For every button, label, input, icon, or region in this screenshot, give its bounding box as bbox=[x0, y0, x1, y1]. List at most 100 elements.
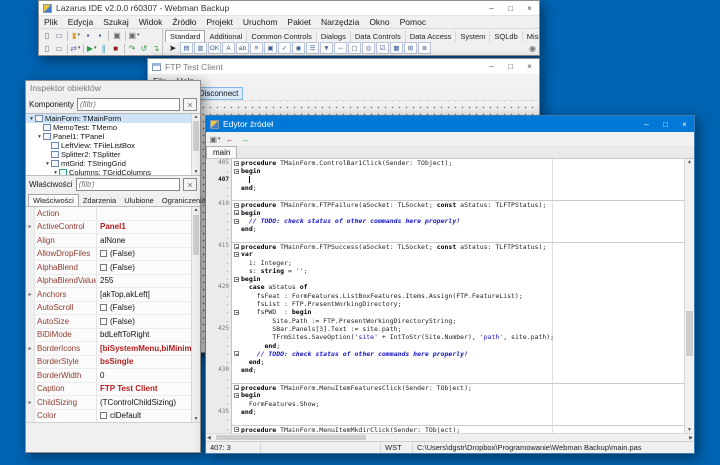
fold-marker[interactable] bbox=[232, 159, 241, 167]
tcombobox-icon[interactable]: ▼ bbox=[320, 42, 333, 54]
palette-options-icon[interactable]: ◉ bbox=[529, 44, 536, 53]
tpanel-icon[interactable]: ▦ bbox=[390, 42, 403, 54]
menu-item[interactable]: Pomoc bbox=[395, 17, 431, 27]
property-value[interactable]: bdLeftToRight bbox=[97, 329, 200, 342]
tlistbox-icon[interactable]: ☰ bbox=[306, 42, 319, 54]
tree-item[interactable]: Splitter2: TSplitter bbox=[26, 150, 200, 159]
tedit-icon[interactable]: ab bbox=[236, 42, 249, 54]
property-value[interactable]: alNone bbox=[97, 234, 200, 247]
row-expander-icon[interactable]: ▸ bbox=[26, 342, 35, 355]
view-units-icon[interactable]: ▯ bbox=[41, 43, 53, 54]
save-all-icon[interactable]: ▪ bbox=[94, 30, 106, 41]
ftp-titlebar[interactable]: FTP Test Client – □ × bbox=[148, 59, 539, 74]
minimize-button[interactable]: – bbox=[637, 116, 656, 132]
fold-marker[interactable] bbox=[232, 209, 241, 217]
scrollbar-thumb[interactable] bbox=[193, 121, 199, 151]
scroll-down-icon[interactable]: ▼ bbox=[192, 416, 200, 422]
fold-marker[interactable] bbox=[232, 426, 241, 433]
scroll-right-icon[interactable]: ▶ bbox=[689, 435, 693, 441]
checkbox-icon[interactable] bbox=[100, 318, 107, 325]
tcheckbox-icon[interactable]: ✓ bbox=[278, 42, 291, 54]
fold-marker[interactable] bbox=[232, 167, 241, 175]
fold-marker[interactable] bbox=[232, 250, 241, 258]
property-value[interactable]: (TControlChildSizing) bbox=[97, 396, 200, 409]
fold-collapse-icon[interactable] bbox=[234, 169, 239, 174]
run-icon[interactable]: ▶▾ bbox=[86, 43, 98, 54]
tree-expand-icon[interactable]: ▾ bbox=[52, 170, 59, 176]
property-row[interactable]: AutoScroll(False) bbox=[26, 302, 200, 316]
row-expander-icon[interactable]: ▸ bbox=[26, 396, 35, 409]
tscrollbar-icon[interactable]: ─ bbox=[334, 42, 347, 54]
fold-collapse-icon[interactable] bbox=[234, 310, 239, 315]
minimize-button[interactable]: – bbox=[482, 1, 501, 15]
source-select-icon[interactable]: ▣▾ bbox=[209, 134, 221, 145]
property-row[interactable]: AlphaBlend(False) bbox=[26, 261, 200, 275]
minimize-button[interactable]: – bbox=[482, 59, 501, 74]
inspector-tab[interactable]: Ulubione bbox=[120, 195, 158, 206]
tmainmenu-icon[interactable]: ▤ bbox=[180, 42, 193, 54]
fold-collapse-icon[interactable] bbox=[234, 210, 239, 215]
tree-expand-icon[interactable]: ▾ bbox=[28, 116, 35, 122]
restore-layout-icon[interactable]: ▣ bbox=[111, 30, 123, 41]
scrollbar-thumb[interactable] bbox=[193, 215, 199, 255]
tcheckgroup-icon[interactable]: ☑ bbox=[376, 42, 389, 54]
property-row[interactable]: Action bbox=[26, 207, 200, 221]
code-area[interactable]: 405procedure TMainForm.ControlBar1Click(… bbox=[206, 159, 694, 433]
tree-expand-icon[interactable]: ▾ bbox=[44, 161, 51, 167]
palette-tab[interactable]: Data Controls bbox=[351, 31, 406, 42]
open-icon[interactable]: ▮▾ bbox=[70, 30, 82, 41]
property-row[interactable]: AlphaBlendValue255 bbox=[26, 275, 200, 289]
editor-horizontal-scrollbar[interactable]: ◀ ▶ bbox=[206, 433, 694, 441]
menu-item[interactable]: Plik bbox=[39, 17, 63, 27]
tree-item[interactable]: LeftView: TFileListBox bbox=[26, 141, 200, 150]
fold-collapse-icon[interactable] bbox=[234, 203, 239, 208]
dropdown-arrow-icon[interactable]: ▾ bbox=[137, 30, 140, 41]
property-value[interactable]: [akTop,akLeft] bbox=[97, 288, 200, 301]
tlabel-icon[interactable]: A bbox=[222, 42, 235, 54]
palette-tab[interactable]: Standard bbox=[165, 30, 205, 42]
checkbox-icon[interactable] bbox=[100, 250, 107, 257]
disconnect-button[interactable]: Disconnect bbox=[194, 87, 244, 100]
dropdown-arrow-icon[interactable]: ▾ bbox=[94, 43, 97, 54]
dropdown-arrow-icon[interactable]: ▾ bbox=[78, 43, 81, 54]
view-forms-icon[interactable]: ▭ bbox=[53, 43, 65, 54]
inspector-tab[interactable]: Właściwości bbox=[28, 194, 79, 206]
properties-filter-input[interactable] bbox=[76, 178, 180, 191]
tbutton-icon[interactable]: OK bbox=[208, 42, 221, 54]
tradiobutton-icon[interactable]: ◉ bbox=[292, 42, 305, 54]
fold-collapse-icon[interactable] bbox=[234, 427, 239, 432]
property-value[interactable]: (False) bbox=[97, 315, 200, 328]
tree-item[interactable]: ▾MainForm: TMainForm bbox=[26, 114, 200, 123]
fold-collapse-icon[interactable] bbox=[234, 277, 239, 282]
inspector-tab[interactable]: Ograniczenia bbox=[158, 195, 210, 206]
checkbox-icon[interactable] bbox=[100, 264, 107, 271]
menu-item[interactable]: Narzędzia bbox=[316, 17, 364, 27]
menu-item[interactable]: Okno bbox=[364, 17, 394, 27]
palette-tab[interactable]: Common Controls bbox=[247, 31, 316, 42]
tmemo-icon[interactable]: ≡ bbox=[250, 42, 263, 54]
tactionlist-icon[interactable]: ≣ bbox=[418, 42, 431, 54]
fold-collapse-icon[interactable] bbox=[234, 385, 239, 390]
fold-marker[interactable] bbox=[232, 201, 241, 208]
editor-titlebar[interactable]: Edytor źródeł – □ × bbox=[206, 116, 694, 132]
inspector-title[interactable]: Inspektor obiektów bbox=[26, 81, 200, 96]
tree-item[interactable]: ▾mtGrid: TStringGrid bbox=[26, 159, 200, 168]
property-row[interactable]: ▸BorderIcons[biSystemMenu,biMinimize,biM… bbox=[26, 342, 200, 356]
menu-item[interactable]: Szukaj bbox=[98, 17, 134, 27]
property-value[interactable]: Panel1 bbox=[97, 221, 200, 234]
scroll-up-icon[interactable]: ▲ bbox=[192, 207, 200, 213]
new-unit-icon[interactable]: ▯ bbox=[41, 30, 53, 41]
property-value[interactable]: FTP Test Client bbox=[97, 383, 200, 396]
scroll-up-icon[interactable]: ▲ bbox=[685, 159, 694, 165]
properties-filter-options-icon[interactable]: ⨯ bbox=[183, 178, 197, 191]
maximize-button[interactable]: □ bbox=[501, 59, 520, 74]
property-value[interactable]: clDefault bbox=[97, 410, 200, 423]
property-row[interactable]: ColorclDefault bbox=[26, 410, 200, 423]
row-expander-icon[interactable]: ▸ bbox=[26, 221, 35, 234]
scrollbar-thumb[interactable] bbox=[216, 435, 366, 440]
property-row[interactable]: AllowDropFiles(False) bbox=[26, 248, 200, 262]
scrollbar-thumb[interactable] bbox=[686, 311, 693, 356]
property-row[interactable]: BorderWidth0 bbox=[26, 369, 200, 383]
menu-item[interactable]: Edycja bbox=[63, 17, 99, 27]
fold-collapse-icon[interactable] bbox=[234, 351, 239, 356]
